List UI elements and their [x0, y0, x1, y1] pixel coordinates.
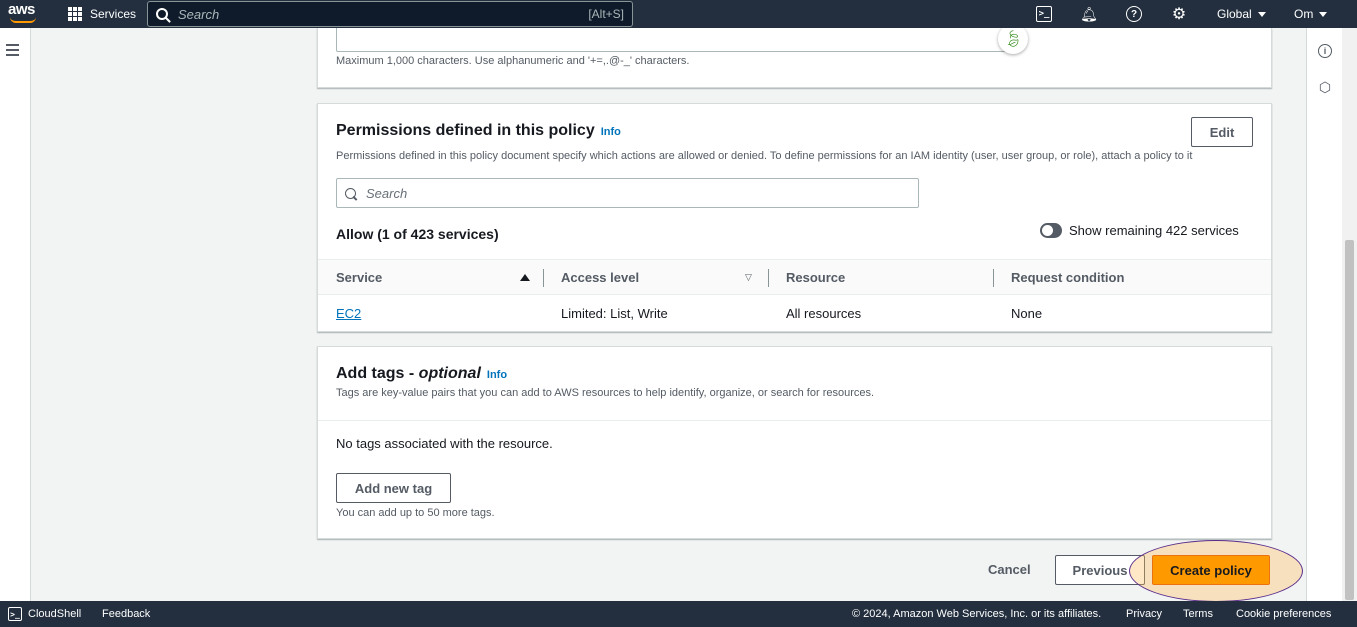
aws-logo[interactable]: aws	[8, 1, 42, 25]
aws-smile-icon	[10, 17, 36, 23]
terms-link[interactable]: Terms	[1183, 608, 1213, 620]
permissions-title: Permissions defined in this policy Info	[336, 122, 621, 140]
bottom-bar: >_ CloudShell Feedback © 2024, Amazon We…	[0, 601, 1357, 627]
grid-icon	[68, 7, 82, 21]
global-search-input[interactable]: Search [Alt+S]	[147, 1, 633, 27]
permissions-description: Permissions defined in this policy docum…	[336, 150, 1193, 162]
region-dropdown[interactable]: Global	[1217, 0, 1266, 28]
service-link[interactable]: EC2	[336, 306, 361, 321]
divider	[318, 420, 1271, 421]
terminal-icon[interactable]: >_	[1036, 6, 1052, 22]
column-header-access-level[interactable]: Access level	[561, 270, 639, 285]
copyright-text: © 2024, Amazon Web Services, Inc. or its…	[852, 608, 1102, 620]
access-level-cell: Limited: List, Write	[561, 306, 668, 321]
create-policy-button[interactable]: Create policy	[1152, 555, 1270, 585]
aws-logo-text: aws	[8, 1, 35, 18]
hexagon-icon[interactable]: ⬡	[1318, 80, 1332, 94]
edit-button[interactable]: Edit	[1191, 117, 1253, 147]
tags-title-optional: optional	[418, 365, 481, 382]
resource-cell: All resources	[786, 306, 862, 321]
services-label: Services	[90, 7, 137, 21]
left-rail	[0, 28, 31, 601]
permissions-info-link[interactable]: Info	[601, 126, 621, 138]
bell-icon[interactable]: 🔔︎	[1080, 6, 1098, 22]
search-icon	[156, 8, 168, 20]
column-divider[interactable]	[768, 269, 769, 287]
help-icon[interactable]: ?	[1126, 6, 1142, 22]
account-dropdown[interactable]: Om	[1294, 0, 1328, 28]
right-rail: i ⬡	[1306, 28, 1342, 601]
cookie-preferences-link[interactable]: Cookie preferences	[1236, 608, 1331, 620]
info-icon[interactable]: i	[1318, 44, 1332, 58]
account-label: Om	[1294, 7, 1314, 21]
privacy-link[interactable]: Privacy	[1126, 608, 1162, 620]
cancel-button[interactable]: Cancel	[988, 562, 1031, 577]
tags-description: Tags are key-value pairs that you can ad…	[336, 387, 875, 399]
permissions-search-input[interactable]: Search	[336, 178, 919, 208]
chevron-down-icon	[1257, 11, 1266, 17]
allow-title: Allow (1 of 423 services)	[336, 226, 499, 242]
policy-details-panel: 🍃︎ Maximum 1,000 characters. Use alphanu…	[317, 24, 1272, 88]
column-header-resource[interactable]: Resource	[786, 270, 845, 285]
toggle-knob	[1042, 225, 1053, 236]
top-nav: aws Services Search [Alt+S] >_ 🔔︎ ? ⚙ Gl…	[0, 0, 1357, 28]
cloudshell-icon[interactable]: >_	[8, 607, 22, 621]
description-hint: Maximum 1,000 characters. Use alphanumer…	[336, 55, 690, 67]
tags-title-text: Add tags -	[336, 365, 419, 382]
tags-info-link[interactable]: Info	[487, 369, 507, 381]
column-divider[interactable]	[543, 269, 544, 287]
scrollbar[interactable]	[1342, 28, 1357, 601]
region-label: Global	[1217, 7, 1252, 21]
permissions-table-header: Service Access level ▽ Resource Request …	[318, 259, 1271, 295]
column-divider[interactable]	[993, 269, 994, 287]
permissions-title-text: Permissions defined in this policy	[336, 122, 595, 139]
feedback-link[interactable]: Feedback	[102, 608, 150, 620]
column-header-request-condition[interactable]: Request condition	[1011, 270, 1124, 285]
add-new-tag-button[interactable]: Add new tag	[336, 473, 451, 503]
tags-panel: Add tags - optional Info Tags are key-val…	[317, 346, 1272, 539]
show-remaining-label: Show remaining 422 services	[1069, 223, 1239, 238]
menu-icon[interactable]	[6, 44, 19, 56]
scrollbar-thumb[interactable]	[1345, 240, 1354, 600]
sort-ascending-icon[interactable]	[520, 274, 530, 281]
no-tags-text: No tags associated with the resource.	[336, 436, 553, 451]
gear-icon[interactable]: ⚙	[1171, 6, 1187, 23]
permissions-search-placeholder: Search	[366, 185, 408, 201]
search-icon	[345, 187, 356, 199]
request-condition-cell: None	[1011, 306, 1043, 321]
tags-title: Add tags - optional Info	[336, 365, 507, 383]
chevron-down-icon	[1319, 11, 1328, 17]
leaf-icon[interactable]: 🍃︎	[998, 24, 1028, 54]
tags-limit-hint: You can add up to 50 more tags.	[336, 507, 495, 519]
services-menu-button[interactable]: Services	[68, 0, 136, 28]
permissions-panel: Permissions defined in this policy Info E…	[317, 103, 1272, 332]
search-shortcut: [Alt+S]	[588, 7, 624, 21]
show-remaining-toggle[interactable]	[1040, 223, 1062, 238]
column-header-service[interactable]: Service	[336, 270, 382, 285]
description-textarea[interactable]: 🍃︎	[336, 24, 1028, 54]
sort-descending-icon[interactable]: ▽	[745, 273, 755, 282]
cloudshell-link[interactable]: CloudShell	[28, 608, 81, 620]
search-placeholder: Search	[178, 6, 220, 22]
